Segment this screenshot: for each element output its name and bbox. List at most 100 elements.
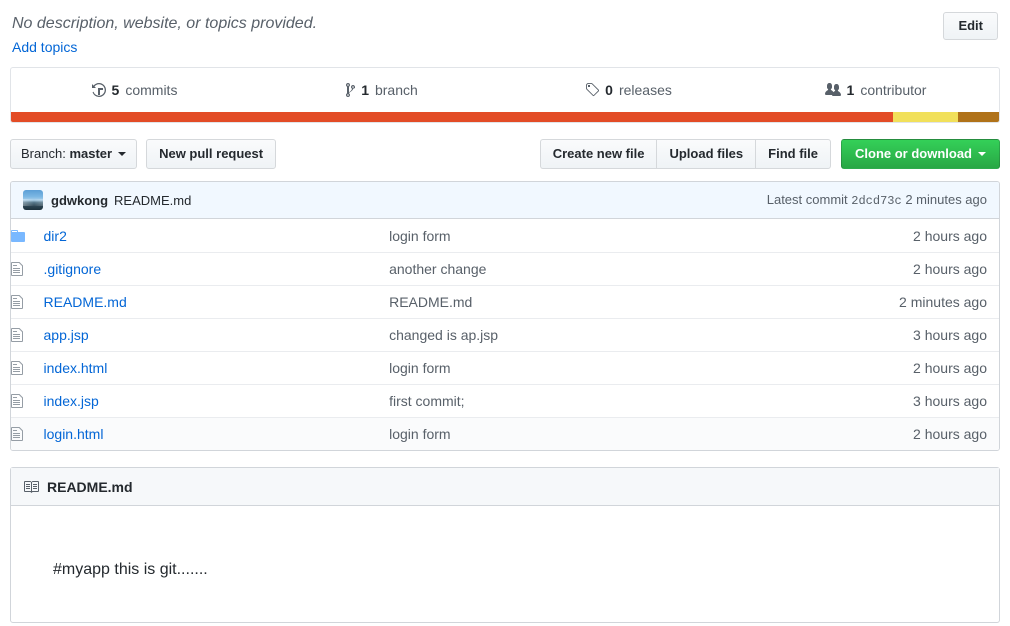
upload-files-button[interactable]: Upload files [656,139,756,170]
stat-releases-label: releases [618,82,672,99]
file-message-cell: login form [389,219,827,253]
stat-releases-link[interactable]: 0 releases [585,82,672,98]
language-segment-2[interactable] [893,112,958,123]
readme-body: #myapp this is git....... [11,506,999,622]
file-commit-message[interactable]: login form [389,228,450,244]
commit-age: 2 minutes ago [905,192,987,208]
file-icon [11,393,32,409]
repository-stats-panel: 5 commits 1 branch 0 releases 1 contribu… [10,67,1000,124]
language-bar [11,112,999,123]
language-segment-3[interactable] [957,112,999,123]
table-row[interactable]: login.html login form 2 hours ago [11,416,999,451]
file-message-cell: login form [389,416,827,451]
find-file-button[interactable]: Find file [755,139,831,170]
file-age: 3 hours ago [913,392,987,409]
file-message-cell: first commit; [389,383,827,418]
stat-branches[interactable]: 1 branch [258,68,505,112]
stat-commits-link[interactable]: 5 commits [91,82,178,99]
branch-select-button[interactable]: Branch: master [10,139,138,170]
file-age: 3 hours ago [913,326,987,343]
add-topics-link[interactable]: Add topics [12,39,77,55]
file-message-cell: login form [389,350,827,385]
file-list-panel: gdwkong README.md Latest commit 2dcd73c … [10,181,1000,452]
table-row[interactable]: app.jsp changed is ap.jsp 3 hours ago [11,317,999,352]
chevron-down-icon [118,152,127,157]
table-row[interactable]: dir2 login form 2 hours ago [11,219,999,253]
file-name-link[interactable]: index.html [44,360,108,376]
file-name-link[interactable]: README.md [44,294,127,310]
repository-description-row: No description, website, or topics provi… [10,0,1000,55]
file-age-cell: 2 hours ago [826,251,999,286]
file-name-link[interactable]: dir2 [44,228,67,244]
file-age-cell: 2 hours ago [826,416,999,451]
stat-contributors-label: contributor [860,82,927,99]
file-message-cell: another change [389,251,827,286]
file-commit-message[interactable]: README.md [389,294,472,310]
repository-page: No description, website, or topics provi… [0,0,1010,624]
stat-commits-label: commits [125,82,178,99]
file-age-cell: 2 hours ago [826,350,999,385]
file-icon-cell [11,219,44,253]
branch-prefix-label: Branch: [21,146,66,162]
table-row[interactable]: index.jsp first commit; 3 hours ago [11,383,999,418]
file-name-link[interactable]: .gitignore [44,261,102,277]
file-age: 2 hours ago [913,426,987,443]
file-message-cell: changed is ap.jsp [389,317,827,352]
file-name-link[interactable]: login.html [44,426,104,442]
file-commit-message[interactable]: changed is ap.jsp [389,327,498,343]
create-new-file-button[interactable]: Create new file [539,139,657,170]
file-table: dir2 login form 2 hours ago .gitignore anoth… [11,219,999,451]
stat-branches-link[interactable]: 1 branch [345,82,418,98]
stat-contributors-count: 1 [846,82,855,99]
directory-icon [11,228,32,244]
branch-name-label: master [69,146,113,162]
numbers-summary: 5 commits 1 branch 0 releases 1 contribu… [11,68,999,112]
stat-releases-count: 0 [605,82,613,99]
file-age-cell: 2 minutes ago [826,284,999,319]
file-name-cell: index.jsp [43,383,390,418]
file-name-cell: .gitignore [43,251,390,286]
file-icon [11,360,32,376]
file-icon [11,426,32,442]
file-name-cell: login.html [43,416,390,451]
commit-sha[interactable]: 2dcd73c [851,194,901,208]
stat-contributors[interactable]: 1 contributor [752,68,999,112]
readme-panel: README.md #myapp this is git....... [10,467,1000,624]
book-icon [23,479,39,495]
clone-or-download-button[interactable]: Clone or download [841,139,1000,170]
file-name-link[interactable]: app.jsp [44,327,89,343]
file-commit-message[interactable]: login form [389,360,450,376]
description-block: No description, website, or topics provi… [12,10,943,55]
table-row[interactable]: index.html login form 2 hours ago [11,350,999,385]
file-icon [11,294,32,310]
file-age-cell: 3 hours ago [826,383,999,418]
new-pull-request-button[interactable]: New pull request [146,139,277,170]
file-age-cell: 2 hours ago [826,219,999,253]
file-message-cell: README.md [389,284,827,319]
table-row[interactable]: README.md README.md 2 minutes ago [11,284,999,319]
stat-releases[interactable]: 0 releases [505,68,752,112]
stat-contributors-link[interactable]: 1 contributor [824,82,927,99]
table-row[interactable]: .gitignore another change 2 hours ago [11,251,999,286]
stat-commits[interactable]: 5 commits [11,68,258,112]
repository-description: No description, website, or topics provi… [12,15,318,32]
file-commit-message[interactable]: login form [389,426,450,442]
commit-author[interactable]: gdwkong [51,193,108,208]
avatar[interactable] [23,190,43,211]
file-icon [11,261,32,277]
file-age: 2 minutes ago [899,293,987,310]
file-icon-cell [11,284,44,319]
file-name-cell: README.md [43,284,390,319]
file-name-link[interactable]: index.jsp [44,393,99,409]
file-navigation-toolbar: Branch: master New pull request Create n… [10,139,1000,170]
file-age-cell: 3 hours ago [826,317,999,352]
file-icon-cell [11,416,44,451]
file-icon [11,327,32,343]
file-commit-message[interactable]: another change [389,261,486,277]
edit-button[interactable]: Edit [943,12,998,40]
language-segment-1[interactable] [11,112,894,123]
file-commit-message[interactable]: first commit; [389,393,464,409]
file-icon-cell [11,350,44,385]
commit-message[interactable]: README.md [114,193,191,208]
readme-title: README.md [47,478,133,495]
